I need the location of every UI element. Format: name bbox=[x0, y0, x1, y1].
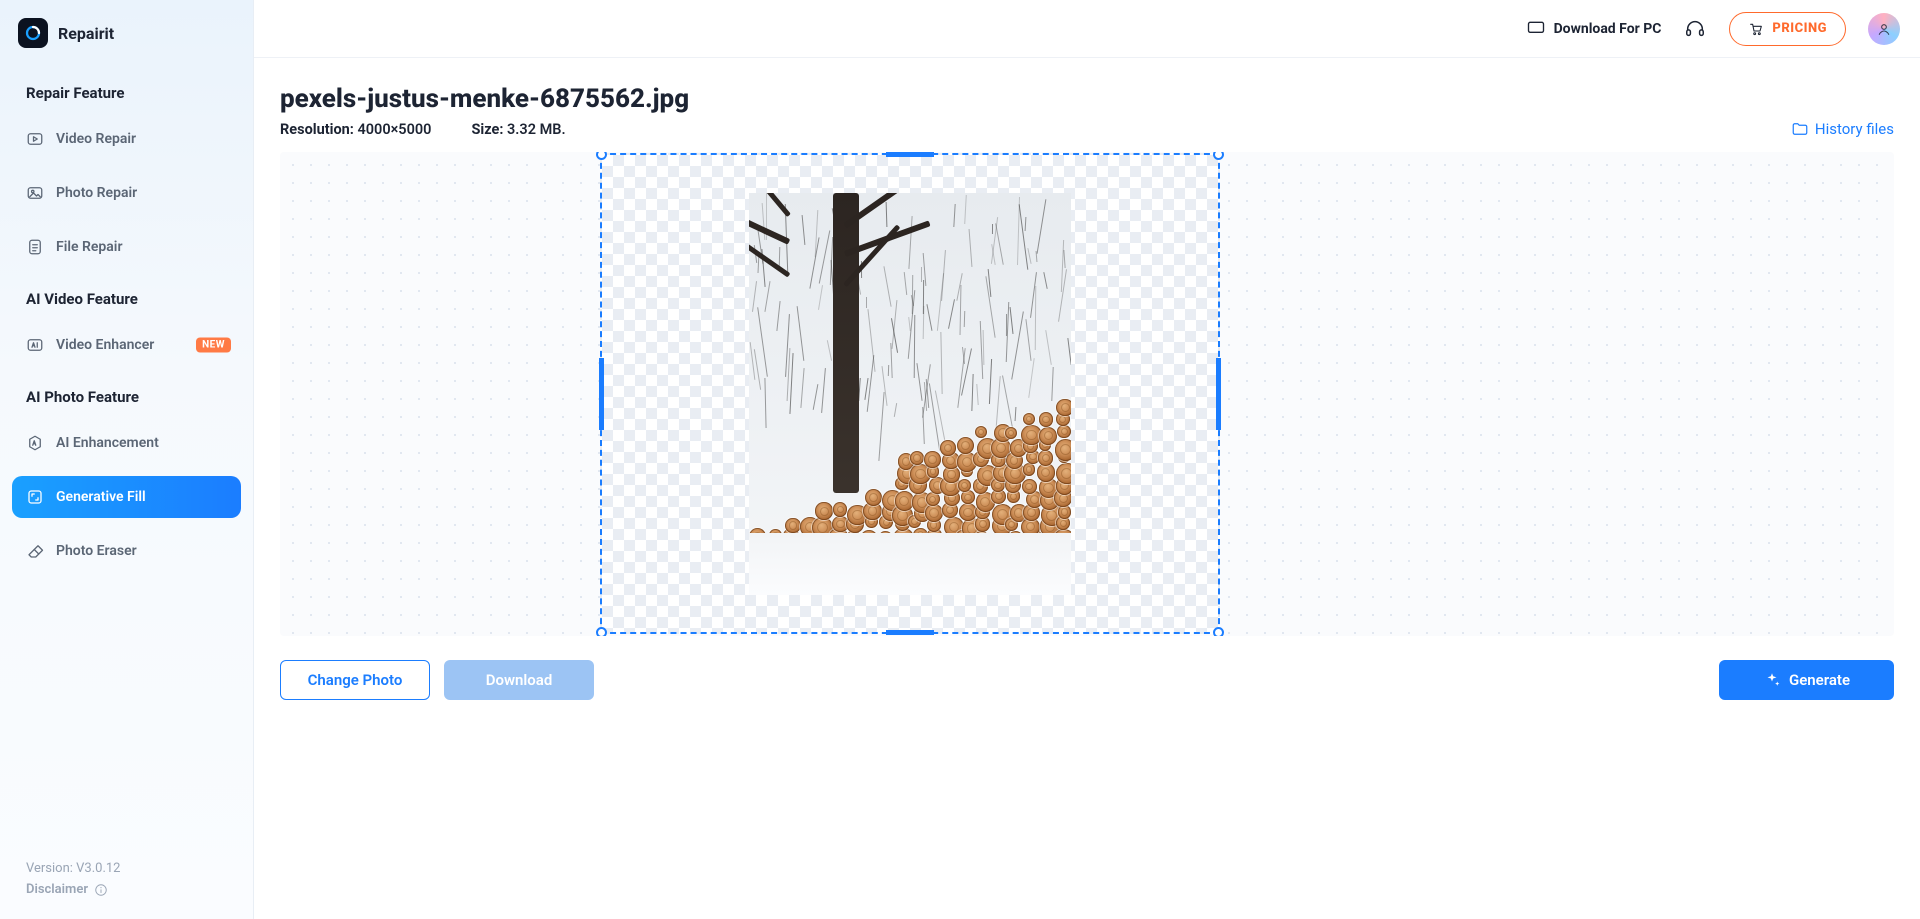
monitor-icon bbox=[1526, 19, 1546, 39]
selection-handle-tl[interactable] bbox=[596, 152, 607, 160]
eraser-icon bbox=[26, 542, 44, 560]
sidebar-section-ai-photo: AI Photo Feature bbox=[0, 372, 253, 416]
selection-handle-br[interactable] bbox=[1213, 627, 1224, 636]
sidebar-item-ai-enhancement[interactable]: AI Enhancement bbox=[12, 422, 241, 464]
headset-icon bbox=[1684, 18, 1706, 40]
expand-icon bbox=[26, 488, 44, 506]
selection-edge-bottom[interactable] bbox=[886, 630, 934, 635]
action-bar: Change Photo Download Generate bbox=[280, 636, 1894, 730]
version-label: Version: V3.0.12 bbox=[26, 861, 121, 876]
selection-handle-bl[interactable] bbox=[596, 627, 607, 636]
play-box-icon bbox=[26, 130, 44, 148]
resolution: Resolution: 4000×5000 bbox=[280, 121, 431, 138]
sidebar-section-repair: Repair Feature bbox=[0, 68, 253, 112]
change-photo-button[interactable]: Change Photo bbox=[280, 660, 430, 700]
content: pexels-justus-menke-6875562.jpg Resoluti… bbox=[254, 58, 1920, 919]
download-button[interactable]: Download bbox=[444, 660, 594, 700]
canvas-workarea[interactable] bbox=[280, 152, 1894, 636]
sidebar-item-label: Video Enhancer bbox=[56, 337, 154, 353]
selection-edge-right[interactable] bbox=[1216, 358, 1221, 430]
cart-icon bbox=[1748, 21, 1764, 37]
ai-box-icon bbox=[26, 336, 44, 354]
logo-mark-icon bbox=[18, 18, 48, 48]
topbar: Download For PC PRICING bbox=[254, 0, 1920, 58]
user-icon bbox=[1876, 21, 1892, 37]
folder-icon bbox=[1791, 120, 1809, 138]
generate-button[interactable]: Generate bbox=[1719, 660, 1894, 700]
sidebar-item-label: AI Enhancement bbox=[56, 435, 159, 451]
ai-hex-icon bbox=[26, 434, 44, 452]
sidebar-item-generative-fill[interactable]: Generative Fill bbox=[12, 476, 241, 518]
file-text-icon bbox=[26, 238, 44, 256]
sidebar-item-label: Photo Repair bbox=[56, 185, 137, 201]
avatar[interactable] bbox=[1868, 13, 1900, 45]
file-name: pexels-justus-menke-6875562.jpg bbox=[280, 84, 1894, 114]
sidebar-item-label: File Repair bbox=[56, 239, 122, 255]
disclaimer-link[interactable]: Disclaimer bbox=[26, 882, 121, 897]
sidebar-footer: Version: V3.0.12 Disclaimer bbox=[26, 861, 121, 897]
selection-edge-top[interactable] bbox=[886, 152, 934, 157]
info-icon bbox=[94, 883, 108, 897]
new-badge: NEW bbox=[196, 338, 231, 353]
loaded-photo bbox=[749, 193, 1071, 595]
sparkle-icon bbox=[1763, 671, 1781, 689]
download-pc-link[interactable]: Download For PC bbox=[1526, 19, 1662, 39]
sidebar-item-video-enhancer[interactable]: Video Enhancer NEW bbox=[12, 324, 241, 366]
size: Size: 3.32 MB. bbox=[471, 121, 565, 138]
support-button[interactable] bbox=[1683, 17, 1707, 41]
sidebar-item-label: Video Repair bbox=[56, 131, 136, 147]
selection-handle-tr[interactable] bbox=[1213, 152, 1224, 160]
sidebar-section-ai-video: AI Video Feature bbox=[0, 274, 253, 318]
sidebar-item-file-repair[interactable]: File Repair bbox=[12, 226, 241, 268]
image-icon bbox=[26, 184, 44, 202]
sidebar: Repairit Repair Feature Video Repair Pho… bbox=[0, 0, 254, 919]
sidebar-item-label: Photo Eraser bbox=[56, 543, 137, 559]
pricing-button[interactable]: PRICING bbox=[1729, 12, 1846, 46]
main: Download For PC PRICING pexels-justus-me… bbox=[254, 0, 1920, 919]
app-logo[interactable]: Repairit bbox=[0, 18, 253, 68]
sidebar-item-photo-repair[interactable]: Photo Repair bbox=[12, 172, 241, 214]
sidebar-item-photo-eraser[interactable]: Photo Eraser bbox=[12, 530, 241, 572]
history-files-link[interactable]: History files bbox=[1791, 120, 1894, 138]
sidebar-item-video-repair[interactable]: Video Repair bbox=[12, 118, 241, 160]
app-name: Repairit bbox=[58, 24, 114, 43]
crop-selection[interactable] bbox=[600, 153, 1220, 634]
file-meta: Resolution: 4000×5000 Size: 3.32 MB. bbox=[280, 121, 566, 138]
meta-row: Resolution: 4000×5000 Size: 3.32 MB. His… bbox=[280, 120, 1894, 138]
selection-edge-left[interactable] bbox=[599, 358, 604, 430]
sidebar-item-label: Generative Fill bbox=[56, 489, 146, 505]
